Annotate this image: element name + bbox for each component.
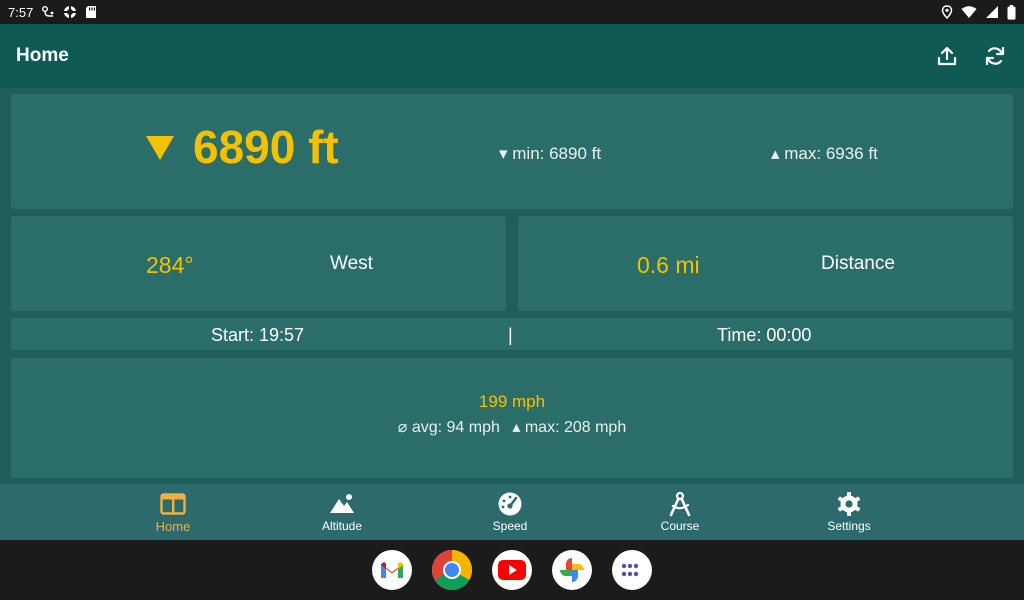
speed-card: 199 mph ⌀ avg: 94 mph ▴ max: 208 mph	[11, 358, 1013, 478]
refresh-icon[interactable]	[982, 43, 1008, 69]
nav-settings-label: Settings	[827, 519, 871, 533]
altitude-min: ▾ min: 6890 ft	[499, 144, 602, 163]
heading-value: 284°	[146, 252, 194, 278]
sd-card-icon	[85, 5, 97, 19]
nav-course-label: Course	[660, 519, 700, 533]
youtube-icon[interactable]	[492, 550, 532, 590]
bottom-navigation: Home Altitude Speed Course Settings	[0, 484, 1024, 540]
distance-value: 0.6 mi	[637, 252, 700, 278]
nav-speed[interactable]: Speed	[455, 484, 565, 540]
assistant-icon	[41, 5, 55, 19]
altitude-max: ▴ max: 6936 ft	[771, 144, 878, 163]
status-time: 7:57	[8, 4, 34, 20]
distance-card: 0.6 mi Distance	[518, 216, 1013, 311]
heading-card: 284° West	[11, 216, 506, 311]
status-bar: 7:57	[0, 0, 1024, 24]
altitude-main: 6890 ft	[145, 124, 339, 170]
nav-course[interactable]: Course	[625, 484, 735, 540]
speed-stats: ⌀ avg: 94 mph ▴ max: 208 mph	[11, 417, 1013, 437]
nav-home[interactable]: Home	[118, 484, 228, 540]
time-card: Start: 19:57 | Time: 00:00	[11, 318, 1013, 350]
speed-max: ▴ max: 208 mph	[512, 419, 627, 436]
status-right	[941, 4, 1016, 20]
altitude-value: 6890 ft	[193, 121, 339, 173]
home-icon	[160, 491, 186, 517]
speedometer-icon	[497, 491, 523, 517]
speed-value: 199 mph	[478, 392, 546, 411]
nav-altitude[interactable]: Altitude	[287, 484, 397, 540]
trend-down-icon	[145, 132, 175, 162]
distance-label: Distance	[821, 253, 895, 274]
landscape-icon	[329, 491, 355, 517]
compass-icon	[667, 491, 693, 517]
elapsed-time: Time: 00:00	[717, 325, 812, 345]
nav-settings[interactable]: Settings	[794, 484, 904, 540]
dashboard-content: 6890 ft ▾ min: 6890 ft ▴ max: 6936 ft 28…	[0, 88, 1024, 484]
heading-label: West	[330, 253, 373, 274]
signal-icon	[985, 5, 999, 19]
app-actions	[934, 43, 1008, 69]
app-drawer-icon[interactable]	[612, 550, 652, 590]
chrome-icon[interactable]	[432, 550, 472, 590]
gear-icon	[836, 491, 862, 517]
location-icon	[941, 5, 953, 19]
wifi-icon	[961, 5, 977, 19]
vpn-icon	[63, 5, 77, 19]
system-dock	[0, 540, 1024, 600]
nav-altitude-label: Altitude	[321, 519, 363, 533]
time-separator: |	[508, 325, 513, 345]
start-time: Start: 19:57	[211, 325, 305, 345]
altitude-card: 6890 ft ▾ min: 6890 ft ▴ max: 6936 ft	[11, 94, 1013, 209]
nav-speed-label: Speed	[492, 519, 528, 533]
speed-avg: ⌀ avg: 94 mph	[397, 419, 500, 436]
page-title: Home	[16, 45, 69, 66]
gmail-icon[interactable]	[372, 550, 412, 590]
battery-icon	[1007, 4, 1016, 20]
upload-icon[interactable]	[934, 43, 960, 69]
photos-icon[interactable]	[552, 550, 592, 590]
status-left: 7:57	[8, 5, 97, 20]
app-bar: Home	[0, 24, 1024, 88]
nav-home-label: Home	[155, 518, 191, 534]
